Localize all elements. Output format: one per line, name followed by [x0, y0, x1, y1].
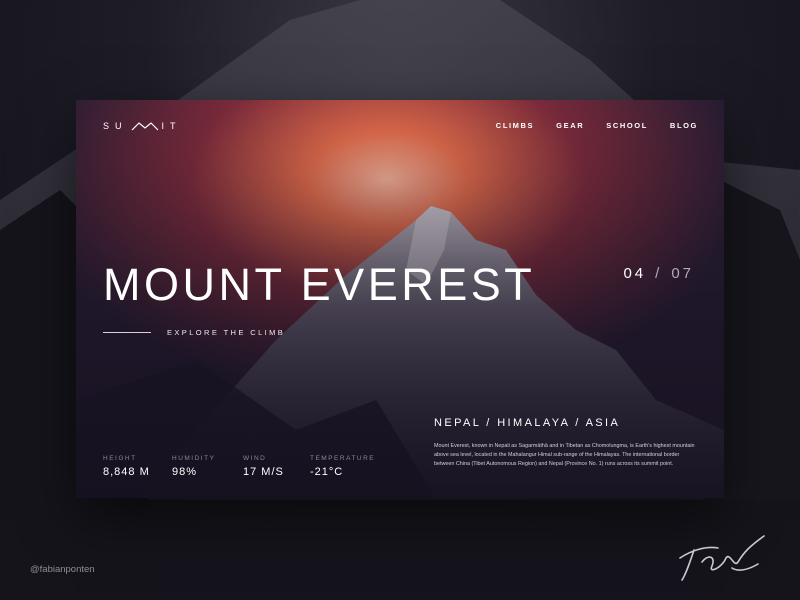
explore-line — [103, 332, 151, 333]
signature-icon — [679, 535, 765, 581]
logo-text-end: IT — [161, 121, 182, 131]
nav-school[interactable]: SCHOOL — [606, 121, 648, 130]
hero-card: SU IT CLIMBS GEAR SCHOOL BLOG MOUNT EVER… — [76, 100, 724, 498]
stat-label: WIND — [243, 455, 267, 462]
page-title: MOUNT EVEREST — [103, 259, 536, 310]
stat-label: HUMIDITY — [172, 455, 216, 462]
main-nav: CLIMBS GEAR SCHOOL BLOG — [496, 121, 698, 130]
location-description: Mount Everest, known in Nepali as Sagarm… — [434, 443, 695, 467]
counter-total: 07 — [671, 265, 694, 282]
author-credit: @fabianponten — [30, 564, 95, 575]
slide-counter: 04 / 07 — [623, 265, 694, 282]
nav-blog[interactable]: BLOG — [670, 121, 698, 130]
explore-label: EXPLORE THE CLIMB — [167, 328, 286, 337]
logo[interactable]: SU IT — [103, 120, 182, 132]
stats-row: HEIGHT 8,848 M HUMIDITY 98% WIND 17 M/S … — [103, 455, 390, 478]
stat-temperature: TEMPERATURE -21°C — [310, 455, 390, 478]
location-title: NEPAL / HIMALAYA / ASIA — [434, 417, 621, 429]
stat-value: 98% — [172, 466, 198, 478]
logo-text-start: SU — [103, 121, 128, 131]
counter-separator: / — [655, 265, 663, 282]
mountain-m-icon — [131, 122, 158, 131]
stat-wind: WIND 17 M/S — [243, 455, 310, 478]
stat-label: TEMPERATURE — [310, 455, 376, 462]
nav-gear[interactable]: GEAR — [556, 121, 584, 130]
stat-value: 17 M/S — [243, 466, 284, 478]
stat-height: HEIGHT 8,848 M — [103, 455, 172, 478]
counter-current: 04 — [623, 265, 647, 282]
stat-label: HEIGHT — [103, 455, 137, 462]
stat-value: -21°C — [310, 466, 344, 478]
stat-humidity: HUMIDITY 98% — [172, 455, 243, 478]
explore-link[interactable]: EXPLORE THE CLIMB — [103, 328, 285, 337]
stat-value: 8,848 M — [103, 466, 150, 478]
nav-climbs[interactable]: CLIMBS — [496, 121, 534, 130]
